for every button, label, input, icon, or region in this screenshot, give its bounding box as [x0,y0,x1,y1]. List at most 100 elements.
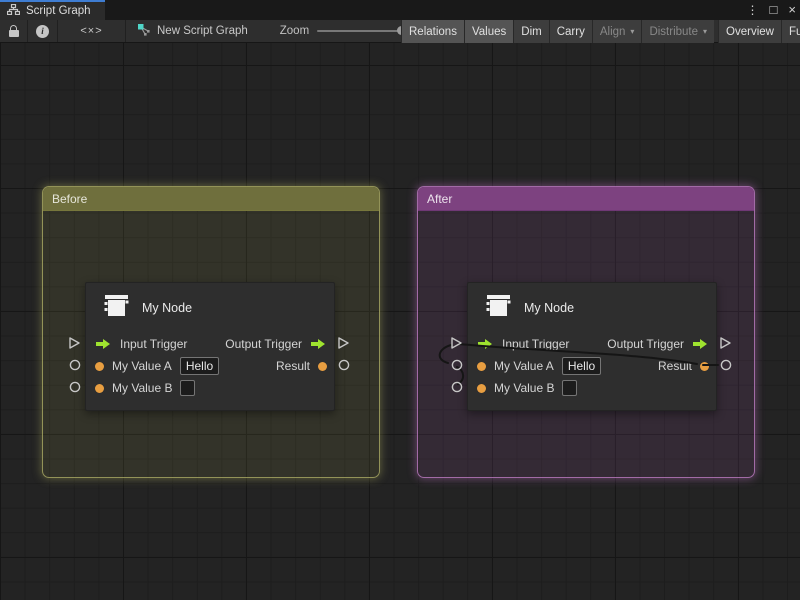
external-value-port-icon [721,360,730,369]
node-my-node-after[interactable]: My Node Input Trigger Output Trigger My … [467,282,717,411]
distribute-dropdown[interactable]: Distribute ▾ [641,20,714,43]
flow-out-icon [310,338,327,350]
port-label: My Value B [494,381,554,395]
carry-toggle[interactable]: Carry [549,20,592,43]
port-label: Output Trigger [225,337,302,351]
zoom-slider[interactable] [317,30,405,32]
port-label: Input Trigger [502,337,569,351]
external-value-port-icon [452,382,461,391]
node-header[interactable]: My Node [468,283,716,333]
external-ports-right[interactable] [718,336,734,376]
group-before-title: Before [52,192,87,206]
lock-icon [9,25,19,37]
graph-toolbar: i <×> New Script Graph Zoom 1x Relations… [0,20,800,43]
port-label: Result [658,359,692,373]
chevron-down-icon: ▾ [703,27,707,36]
external-value-port-icon [339,360,348,369]
unit-icon [483,293,513,323]
external-flow-port-icon [721,338,730,348]
tab-script-graph[interactable]: Script Graph [0,0,105,20]
values-toggle[interactable]: Values [464,20,513,43]
port-my-value-a[interactable]: My Value A Hello [477,357,601,375]
value-a-input[interactable]: Hello [180,357,219,375]
port-label: Result [276,359,310,373]
external-flow-port-icon [452,338,461,348]
value-b-input[interactable] [562,380,577,396]
align-dropdown-label: Align [600,26,626,38]
toolbar-separator [125,20,126,42]
maximize-icon[interactable]: □ [770,0,778,20]
value-a-input[interactable]: Hello [562,357,601,375]
relations-toggle[interactable]: Relations [401,20,464,43]
flow-in-icon [477,338,494,350]
port-label: Input Trigger [120,337,187,351]
external-value-port-icon [70,360,79,369]
lock-button[interactable] [0,20,27,42]
distribute-dropdown-label: Distribute [649,26,698,38]
values-toggle-label: Values [472,26,506,38]
dim-toggle-label: Dim [521,26,541,38]
node-header[interactable]: My Node [86,283,334,333]
value-port-icon [318,362,327,371]
port-my-value-b[interactable]: My Value B [477,380,577,396]
group-before-header[interactable]: Before [43,187,379,211]
external-ports-left[interactable] [449,336,465,396]
tab-strip: Script Graph ⋮ □ × [0,0,800,20]
external-ports-left[interactable] [67,336,83,396]
tab-label: Script Graph [26,5,91,17]
dim-toggle[interactable]: Dim [513,20,548,43]
align-dropdown[interactable]: Align ▾ [592,20,642,43]
chevron-down-icon: ▾ [630,27,634,36]
value-port-icon [477,362,486,371]
graph-breadcrumb[interactable]: New Script Graph [137,20,248,42]
port-my-value-a[interactable]: My Value A Hello [95,357,219,375]
window-controls: ⋮ □ × [747,0,796,20]
fullscreen-button[interactable]: Full Screen [781,20,800,43]
script-graph-icon [137,23,150,39]
node-title: My Node [142,301,192,315]
port-label: Output Trigger [607,337,684,351]
value-port-icon [477,384,486,393]
zoom-label: Zoom [280,25,309,37]
group-after-title: After [427,192,452,206]
info-icon: i [36,25,49,38]
fullscreen-button-label: Full Screen [789,26,800,38]
overview-button-label: Overview [726,26,774,38]
port-label: My Value A [494,359,554,373]
group-after-header[interactable]: After [418,187,754,211]
graph-hierarchy-icon [7,4,20,18]
external-flow-port-icon [70,338,79,348]
graph-breadcrumb-label: New Script Graph [157,25,248,37]
port-input-trigger[interactable]: Input Trigger [477,337,569,351]
graph-canvas[interactable]: Before After [0,43,800,600]
value-port-icon [95,362,104,371]
external-value-port-icon [452,360,461,369]
port-output-trigger[interactable]: Output Trigger [607,337,709,351]
overview-button[interactable]: Overview [718,20,781,43]
code-icon: <×> [80,25,102,37]
port-result[interactable]: Result [276,359,327,373]
relations-toggle-label: Relations [409,26,457,38]
value-port-icon [95,384,104,393]
toolbar-toggle-buttons: Relations Values Dim Carry Align ▾ Distr… [401,20,800,43]
info-button[interactable]: i [28,20,57,42]
external-ports-right[interactable] [336,336,352,376]
unit-icon [101,293,131,323]
close-icon[interactable]: × [788,0,796,20]
port-input-trigger[interactable]: Input Trigger [95,337,187,351]
carry-toggle-label: Carry [557,26,585,38]
port-result[interactable]: Result [658,359,709,373]
code-view-button[interactable]: <×> [58,20,125,42]
external-flow-port-icon [339,338,348,348]
port-label: My Value B [112,381,172,395]
value-b-input[interactable] [180,380,195,396]
external-value-port-icon [70,382,79,391]
port-my-value-b[interactable]: My Value B [95,380,195,396]
node-my-node-before[interactable]: My Node Input Trigger Output Trigger My … [85,282,335,411]
port-label: My Value A [112,359,172,373]
node-title: My Node [524,301,574,315]
port-output-trigger[interactable]: Output Trigger [225,337,327,351]
value-port-icon [700,362,709,371]
flow-out-icon [692,338,709,350]
window-menu-icon[interactable]: ⋮ [747,0,759,20]
